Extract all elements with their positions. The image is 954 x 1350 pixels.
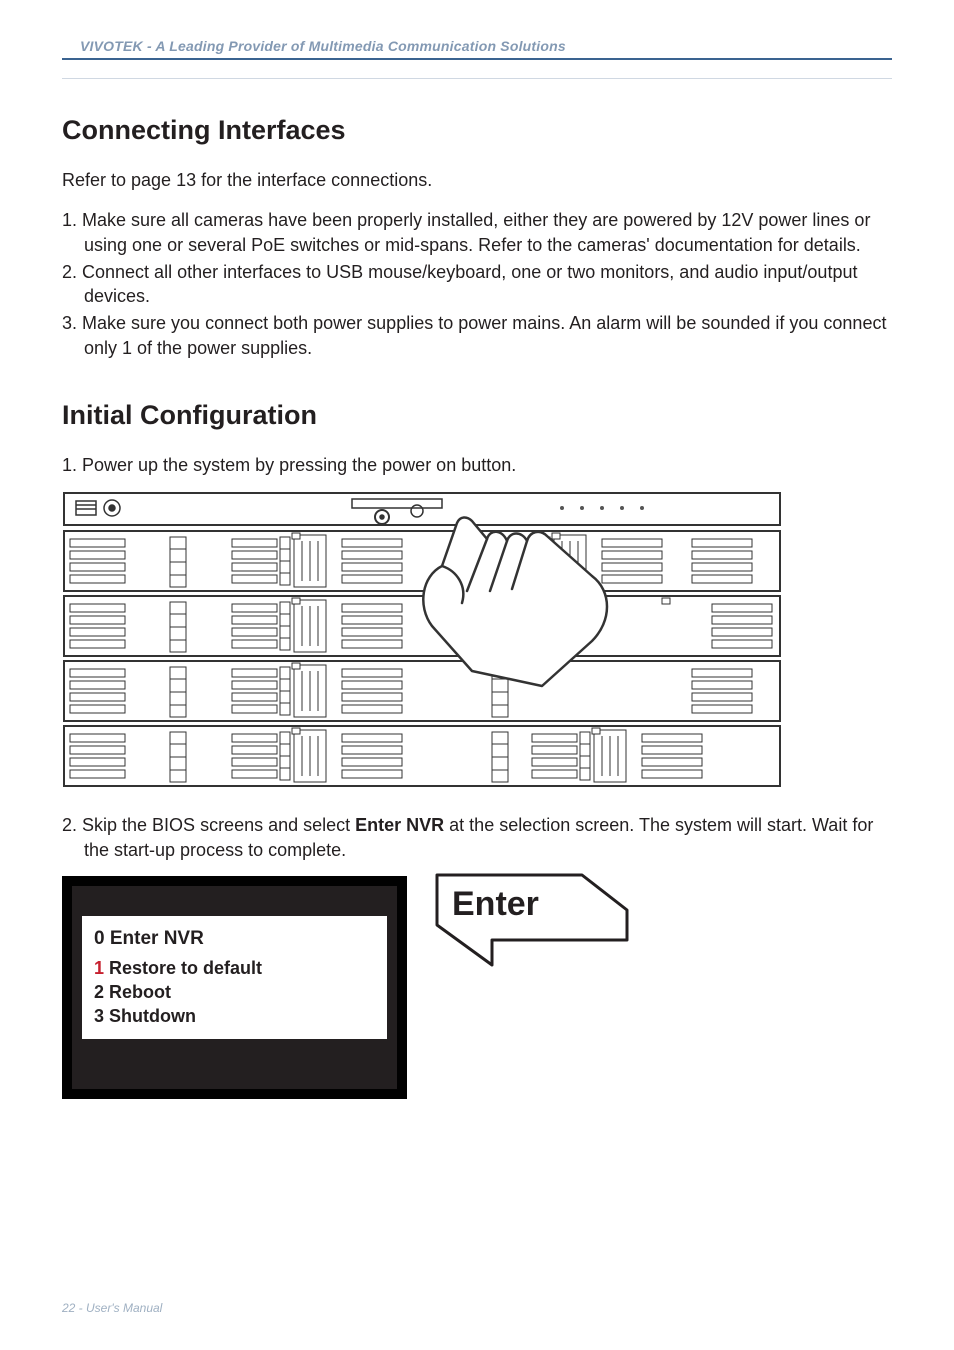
list-item: 3. Make sure you connect both power supp… bbox=[62, 311, 892, 360]
boot-option-label: Enter NVR bbox=[105, 928, 204, 949]
section-heading-initial-configuration: Initial Configuration bbox=[62, 400, 892, 431]
list-item: 1. Make sure all cameras have been prope… bbox=[62, 208, 892, 257]
boot-option-label: Restore to default bbox=[104, 958, 262, 978]
boot-option-number: 1 bbox=[94, 958, 104, 978]
header-subrule bbox=[62, 78, 892, 79]
page-header: VIVOTEK - A Leading Provider of Multimed… bbox=[62, 38, 892, 60]
step-2-bold: Enter NVR bbox=[355, 815, 444, 835]
intro-paragraph: Refer to page 13 for the interface conne… bbox=[62, 168, 892, 192]
boot-option-reboot: 2 Reboot bbox=[94, 980, 377, 1004]
boot-option-enter-nvr: 0 Enter NVR bbox=[94, 926, 377, 952]
step-2-pre: 2. Skip the BIOS screens and select bbox=[62, 815, 355, 835]
page-content: Connecting Interfaces Refer to page 13 f… bbox=[62, 105, 892, 1099]
boot-option-number: 0 bbox=[94, 928, 105, 949]
enter-key-label: Enter bbox=[452, 885, 539, 923]
boot-selection-screen: 0 Enter NVR 1 Restore to default 2 Reboo… bbox=[62, 876, 407, 1099]
device-front-panel-figure bbox=[62, 491, 892, 793]
step-1-text: 1. Power up the system by pressing the p… bbox=[62, 453, 892, 477]
list-item: 2. Connect all other interfaces to USB m… bbox=[62, 260, 892, 309]
boot-option-restore-default: 1 Restore to default bbox=[94, 956, 377, 980]
connecting-steps-list: 1. Make sure all cameras have been prope… bbox=[62, 208, 892, 360]
boot-option-shutdown: 3 Shutdown bbox=[94, 1004, 377, 1028]
header-brand-line: VIVOTEK - A Leading Provider of Multimed… bbox=[62, 38, 566, 54]
step-2-text: 2. Skip the BIOS screens and select Ente… bbox=[62, 813, 892, 862]
enter-key-icon: Enter bbox=[432, 870, 632, 970]
page-footer: 22 - User's Manual bbox=[62, 1301, 162, 1315]
section-heading-connecting-interfaces: Connecting Interfaces bbox=[62, 115, 892, 146]
